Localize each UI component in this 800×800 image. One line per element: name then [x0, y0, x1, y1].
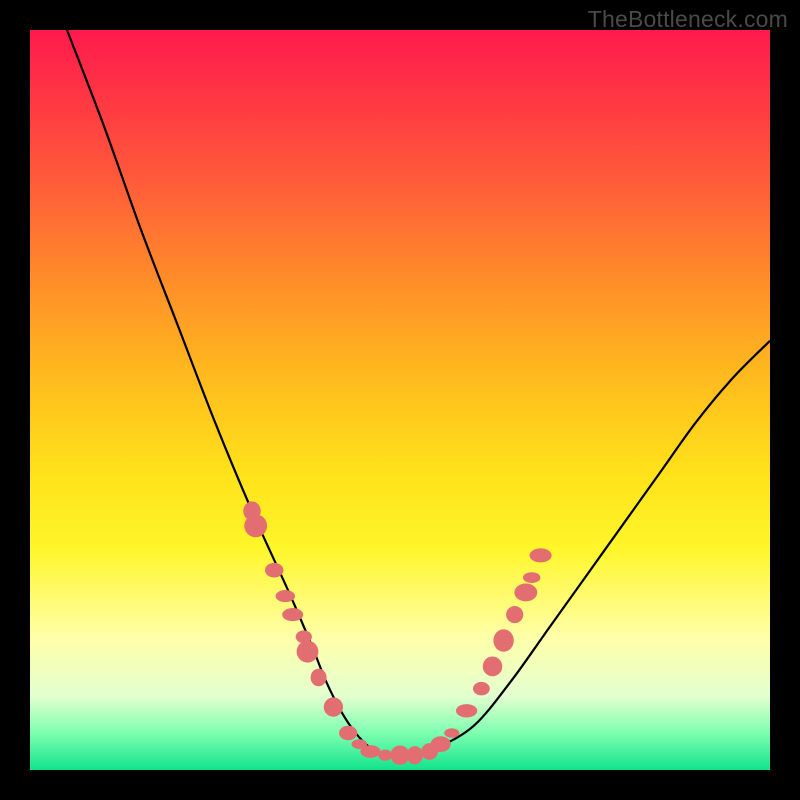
data-marker	[360, 745, 380, 758]
data-marker	[339, 726, 357, 740]
data-marker	[431, 736, 451, 752]
data-marker	[244, 514, 267, 537]
data-marker	[444, 728, 459, 737]
data-marker	[456, 704, 477, 717]
data-marker	[483, 656, 503, 676]
data-marker	[311, 669, 327, 687]
data-marker	[493, 629, 513, 651]
bottleneck-curve	[67, 30, 770, 756]
data-marker	[282, 608, 303, 621]
data-marker	[473, 682, 490, 695]
plot-area	[30, 30, 770, 770]
watermark-text: TheBottleneck.com	[588, 6, 788, 33]
data-marker	[514, 583, 537, 601]
data-marker	[297, 641, 319, 663]
data-marker	[378, 750, 392, 761]
data-marker	[407, 746, 423, 764]
chart-frame: TheBottleneck.com	[0, 0, 800, 800]
data-marker	[276, 590, 295, 602]
chart-overlay	[30, 30, 770, 770]
data-marker	[324, 697, 343, 716]
data-marker	[506, 606, 523, 623]
data-marker	[523, 572, 540, 583]
data-marker	[530, 548, 552, 562]
data-marker	[265, 563, 283, 578]
marker-group	[243, 501, 551, 764]
